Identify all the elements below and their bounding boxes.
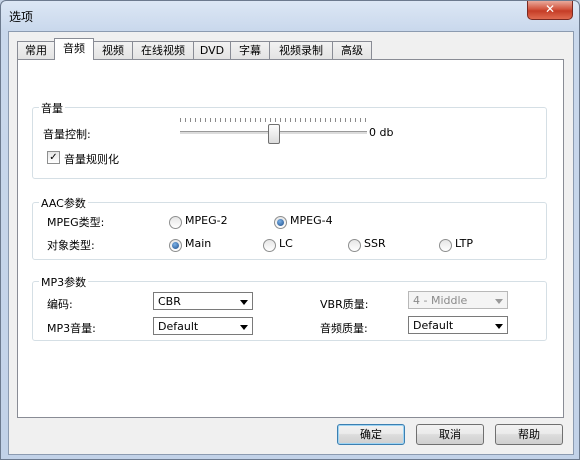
window-title: 选项 bbox=[9, 10, 34, 24]
mp3-volume-select[interactable]: Default bbox=[153, 317, 253, 335]
encode-label: 编码: bbox=[47, 298, 73, 311]
tab-video-recording[interactable]: 视频录制 bbox=[269, 41, 333, 59]
volume-normalize-checkbox[interactable]: ✓ bbox=[47, 151, 60, 164]
tab-advanced[interactable]: 高级 bbox=[332, 41, 372, 59]
encode-select[interactable]: CBR bbox=[153, 292, 253, 310]
cancel-button[interactable]: 取消 bbox=[416, 424, 484, 445]
object-ltp-label: LTP bbox=[455, 237, 473, 250]
dialog-client-area: 常用 音频 视频 在线视频 DVD 字幕 视频录制 高级 音量 音量控制: 0 … bbox=[8, 31, 574, 455]
tab-online-video[interactable]: 在线视频 bbox=[132, 41, 194, 59]
audio-quality-select-value: Default bbox=[413, 319, 454, 332]
object-ltp-radio[interactable] bbox=[439, 239, 452, 252]
help-button[interactable]: 帮助 bbox=[495, 424, 563, 445]
aac-group-title: AAC参数 bbox=[39, 195, 88, 211]
mp3-volume-select-value: Default bbox=[158, 320, 199, 333]
mpeg2-radio[interactable] bbox=[169, 216, 182, 229]
volume-group: 音量 音量控制: 0 db ✓ 音量规则化 bbox=[32, 100, 547, 179]
audio-quality-label: 音频质量: bbox=[320, 322, 368, 335]
chevron-down-icon bbox=[495, 299, 503, 304]
tab-video[interactable]: 视频 bbox=[93, 41, 133, 59]
mp3-group: MP3参数 编码: CBR MP3音量: Default VBR质量: 4 - … bbox=[32, 274, 547, 341]
close-icon: ✕ bbox=[544, 2, 556, 16]
vbr-quality-label: VBR质量: bbox=[320, 298, 369, 311]
chevron-down-icon bbox=[495, 324, 503, 329]
tab-dvd[interactable]: DVD bbox=[193, 41, 231, 59]
volume-slider-ticks bbox=[180, 118, 367, 122]
mpeg-type-label: MPEG类型: bbox=[47, 216, 105, 229]
volume-group-title: 音量 bbox=[39, 100, 65, 116]
mpeg4-label: MPEG-4 bbox=[290, 214, 333, 227]
mpeg4-radio[interactable] bbox=[274, 216, 287, 229]
vbr-quality-select-value: 4 - Middle bbox=[413, 294, 468, 307]
close-button[interactable]: ✕ bbox=[527, 1, 573, 20]
encode-select-value: CBR bbox=[158, 295, 181, 308]
object-lc-label: LC bbox=[279, 237, 293, 250]
audio-tab-page: 音量 音量控制: 0 db ✓ 音量规则化 AAC参数 MPEG类型: MPEG… bbox=[17, 59, 564, 418]
object-main-label: Main bbox=[185, 237, 212, 250]
volume-normalize-label: 音量规则化 bbox=[64, 153, 119, 166]
aac-group: AAC参数 MPEG类型: MPEG-2 MPEG-4 对象类型: Main L… bbox=[32, 195, 547, 260]
ok-button[interactable]: 确定 bbox=[337, 424, 405, 445]
volume-value: 0 db bbox=[369, 126, 394, 139]
options-dialog: 选项 ✕ 常用 音频 视频 在线视频 DVD 字幕 视频录制 高级 音量 音量控… bbox=[0, 0, 580, 460]
mp3-group-title: MP3参数 bbox=[39, 274, 89, 290]
mp3-volume-label: MP3音量: bbox=[47, 322, 96, 335]
object-ssr-label: SSR bbox=[364, 237, 386, 250]
mpeg2-label: MPEG-2 bbox=[185, 214, 228, 227]
object-type-label: 对象类型: bbox=[47, 239, 95, 252]
object-lc-radio[interactable] bbox=[263, 239, 276, 252]
object-ssr-radio[interactable] bbox=[348, 239, 361, 252]
object-main-radio[interactable] bbox=[169, 239, 182, 252]
audio-quality-select[interactable]: Default bbox=[408, 316, 508, 334]
volume-control-label: 音量控制: bbox=[43, 128, 91, 141]
chevron-down-icon bbox=[240, 325, 248, 330]
vbr-quality-select[interactable]: 4 - Middle bbox=[408, 291, 508, 309]
chevron-down-icon bbox=[240, 300, 248, 305]
tab-general[interactable]: 常用 bbox=[17, 41, 55, 59]
volume-slider-thumb[interactable] bbox=[267, 124, 280, 144]
tab-subtitles[interactable]: 字幕 bbox=[230, 41, 270, 59]
tab-audio[interactable]: 音频 bbox=[54, 38, 94, 60]
